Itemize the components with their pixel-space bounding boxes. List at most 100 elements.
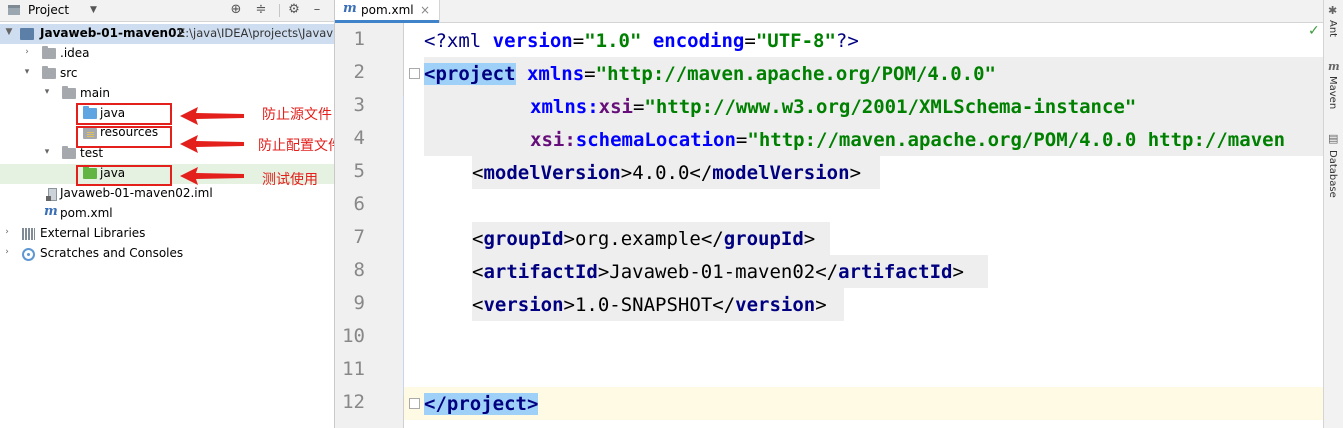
tree-item-main[interactable]: ▾ main xyxy=(0,84,334,104)
tab-pom-xml[interactable]: m pom.xml × xyxy=(335,0,440,23)
tree-item-label: main xyxy=(80,86,110,100)
arrow-icon xyxy=(180,167,244,185)
root-module-path: E:\java\IDEA\projects\Javav xyxy=(178,26,334,40)
project-icon xyxy=(8,5,20,15)
line-number: 11 xyxy=(342,358,365,380)
tree-item-label: Javaweb-01-maven02.iml xyxy=(60,186,213,200)
xml-text: 1.0-SNAPSHOT xyxy=(574,294,713,316)
folder-icon xyxy=(42,66,56,79)
xml-tag: artifactId xyxy=(838,261,953,283)
chevron-down-icon[interactable]: ▾ xyxy=(22,67,32,77)
maven-file-icon: m xyxy=(44,204,58,219)
line-number: 2 xyxy=(353,61,365,83)
maven-file-icon: m xyxy=(343,1,357,16)
database-icon: ▤ xyxy=(1328,132,1339,145)
line-number: 1 xyxy=(353,28,365,50)
ant-icon: ✱ xyxy=(1328,4,1338,17)
database-tool-button[interactable]: Database xyxy=(1327,150,1338,198)
xml-text: Javaweb-01-maven02 xyxy=(609,261,816,283)
line-number: 7 xyxy=(353,226,365,248)
code-line-5[interactable]: <modelVersion>4.0.0</modelVersion> xyxy=(472,160,861,186)
tree-item-label: test xyxy=(80,146,104,160)
gear-icon[interactable]: ⚙ xyxy=(286,2,302,18)
annotation-config: 防止配置文件 xyxy=(258,138,335,154)
xml-decl-open: <?xml xyxy=(424,30,482,52)
xml-attr-prefix: xmlns: xyxy=(530,96,599,118)
xml-tag: version xyxy=(483,294,564,316)
tree-item-idea[interactable]: › .idea xyxy=(0,44,334,64)
chevron-down-icon[interactable]: ▾ xyxy=(42,147,52,157)
tree-item-scratches[interactable]: › Scratches and Consoles xyxy=(0,244,334,264)
ant-tool-button[interactable]: Ant xyxy=(1327,20,1338,37)
right-tool-strip: ✱ Ant m Maven ▤ Database xyxy=(1323,0,1343,428)
close-icon[interactable]: × xyxy=(420,3,430,17)
xml-attr-name: schemaLocation xyxy=(575,129,736,151)
chevron-right-icon[interactable]: › xyxy=(22,47,32,57)
library-icon xyxy=(22,228,35,240)
xml-value: "UTF-8" xyxy=(755,30,836,52)
tree-item-label: .idea xyxy=(60,46,90,60)
editor-tab-bar: m pom.xml × xyxy=(335,0,1323,23)
maven-icon: m xyxy=(1328,60,1340,73)
fold-marker-icon[interactable] xyxy=(409,398,420,409)
chevron-down-icon[interactable]: ▼ xyxy=(90,5,97,15)
xml-tag: groupId xyxy=(483,228,564,250)
highlight-box-resources xyxy=(76,126,172,148)
project-panel-title[interactable]: Project xyxy=(28,3,69,17)
xml-text: org.example xyxy=(574,228,701,250)
chevron-down-icon[interactable]: ▼ xyxy=(4,27,14,37)
project-tool-window: Project ▼ ⊕ ≑ ⚙ – ▼ Javaweb-01-maven02 E… xyxy=(0,0,335,428)
maven-tool-button[interactable]: Maven xyxy=(1327,76,1338,109)
tree-item-label: Scratches and Consoles xyxy=(40,246,184,260)
fold-guide xyxy=(403,96,404,396)
tree-item-external-libraries[interactable]: › External Libraries xyxy=(0,224,334,244)
tree-item-src[interactable]: ▾ src xyxy=(0,64,334,84)
target-icon[interactable]: ⊕ xyxy=(228,2,244,18)
code-line-7[interactable]: <groupId>org.example</groupId> xyxy=(472,226,815,252)
tree-item-label: pom.xml xyxy=(60,206,113,220)
code-line-1[interactable]: <?xml version="1.0" encoding="UTF-8"?> xyxy=(424,28,859,54)
xml-attr: encoding xyxy=(652,30,745,52)
code-line-3[interactable]: xmlns:xsi="http://www.w3.org/2001/XMLSch… xyxy=(530,94,1136,120)
xml-tag: modelVersion xyxy=(483,162,621,184)
arrow-icon xyxy=(180,135,244,153)
folder-icon xyxy=(62,146,76,159)
code-line-4[interactable]: xsi:schemaLocation="http://maven.apache.… xyxy=(530,127,1285,153)
header-divider xyxy=(279,4,280,17)
tree-item-label: src xyxy=(60,66,78,80)
code-line-8[interactable]: <artifactId>Javaweb-01-maven02</artifact… xyxy=(472,259,964,285)
minimize-icon[interactable]: – xyxy=(309,2,325,18)
tree-item-label: External Libraries xyxy=(40,226,146,240)
xml-attr-prefix: xsi: xyxy=(530,129,576,151)
xml-value: "1.0" xyxy=(584,30,642,52)
fold-marker-icon[interactable] xyxy=(409,68,420,79)
code-line-9[interactable]: <version>1.0-SNAPSHOT</version> xyxy=(472,292,827,318)
xml-text: 4.0.0 xyxy=(632,162,690,184)
line-number: 3 xyxy=(353,94,365,116)
xml-attr: version xyxy=(492,30,573,52)
highlight-box-main-java xyxy=(76,103,172,125)
tree-item-pom[interactable]: m pom.xml xyxy=(0,204,334,224)
root-module-name: Javaweb-01-maven02 xyxy=(40,26,185,40)
xml-tag: modelVersion xyxy=(712,162,850,184)
line-number: 8 xyxy=(353,259,365,281)
code-line-12[interactable]: </project> xyxy=(424,391,539,417)
xml-attr-name: xsi xyxy=(598,96,633,118)
project-open-tag: <project xyxy=(424,63,516,85)
chevron-right-icon[interactable]: › xyxy=(2,227,12,237)
annotation-test: 测试使用 xyxy=(262,172,318,188)
scratches-icon xyxy=(22,248,35,261)
check-icon[interactable]: ✓ xyxy=(1308,23,1320,39)
xml-tag: version xyxy=(735,294,816,316)
xml-tag: artifactId xyxy=(483,261,598,283)
xml-decl-close: ?> xyxy=(835,30,859,52)
xml-tag: groupId xyxy=(723,228,804,250)
tree-item-root[interactable]: ▼ Javaweb-01-maven02 E:\java\IDEA\projec… xyxy=(0,24,334,44)
chevron-down-icon[interactable]: ▾ xyxy=(42,87,52,97)
code-line-2[interactable]: <project xmlns="http://maven.apache.org/… xyxy=(424,61,996,87)
tab-label: pom.xml xyxy=(361,3,414,17)
folder-icon xyxy=(62,86,76,99)
xml-value: "http://maven.apache.org/POM/4.0.0 http:… xyxy=(747,129,1286,151)
chevron-right-icon[interactable]: › xyxy=(2,247,12,257)
collapse-icon[interactable]: ≑ xyxy=(253,2,269,18)
